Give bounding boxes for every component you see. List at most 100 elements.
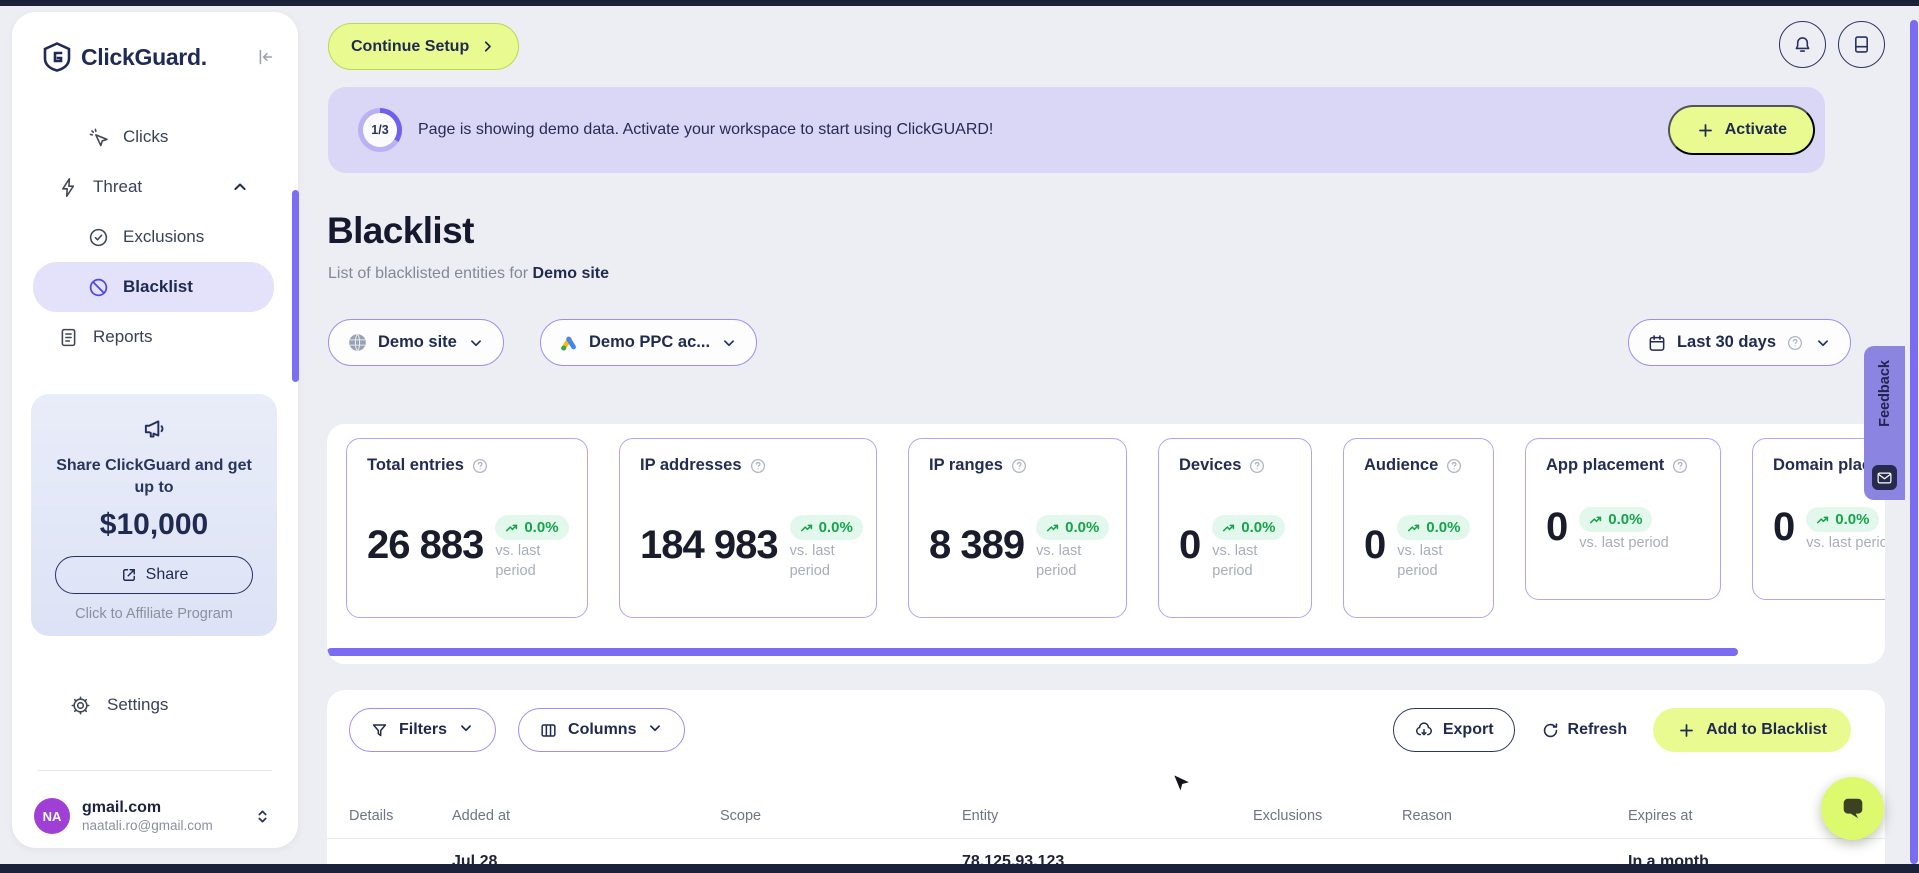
sidebar-scrollbar[interactable] bbox=[292, 190, 299, 382]
sidebar-item-clicks[interactable]: Clicks bbox=[12, 112, 298, 162]
refresh-icon bbox=[1541, 721, 1560, 740]
chat-widget-button[interactable] bbox=[1821, 777, 1884, 840]
cards-horizontal-scrollbar[interactable] bbox=[327, 648, 1738, 656]
trend-value: 0.0% bbox=[1426, 519, 1461, 536]
external-link-icon bbox=[120, 566, 138, 584]
page-subtitle: List of blacklisted entities for Demo si… bbox=[328, 265, 609, 283]
vs-last-period-label: vs. last period bbox=[495, 543, 541, 579]
lightning-icon bbox=[57, 177, 79, 198]
stat-label: Audience bbox=[1364, 456, 1439, 474]
calendar-icon bbox=[1647, 333, 1667, 353]
settings-label: Settings bbox=[107, 695, 169, 714]
table-row[interactable]: Jul 28 78.125.93.123 In a month bbox=[349, 853, 1875, 864]
help-icon[interactable] bbox=[1010, 457, 1028, 475]
help-icon[interactable] bbox=[1786, 334, 1804, 352]
page-vertical-scrollbar[interactable] bbox=[1910, 20, 1918, 864]
stat-label: App placement bbox=[1546, 456, 1665, 474]
column-header-details[interactable]: Details bbox=[349, 808, 452, 824]
chevron-up-icon[interactable] bbox=[230, 177, 250, 197]
notifications-button[interactable] bbox=[1779, 21, 1826, 68]
stat-label: Total entries bbox=[367, 456, 464, 474]
trend-up-icon bbox=[1223, 524, 1235, 531]
workspace-name: gmail.com bbox=[82, 798, 162, 816]
continue-setup-button[interactable]: Continue Setup bbox=[328, 23, 520, 70]
trend-badge: 0.0% bbox=[789, 515, 863, 540]
sidebar-item-settings[interactable]: Settings bbox=[12, 680, 298, 730]
trend-badge: 0.0% bbox=[1212, 515, 1286, 540]
stat-label: IP addresses bbox=[640, 456, 742, 474]
site-selector-value: Demo site bbox=[378, 333, 457, 351]
cell-entity: 78.125.93.123 bbox=[962, 853, 1065, 864]
chevron-down-icon bbox=[720, 334, 738, 352]
sidebar-collapse-icon[interactable] bbox=[254, 46, 276, 68]
column-header-scope[interactable]: Scope bbox=[720, 808, 962, 824]
trend-up-icon bbox=[1817, 516, 1829, 523]
chevron-updown-icon bbox=[253, 807, 272, 826]
subtitle-text: List of blacklisted entities for bbox=[328, 265, 533, 282]
columns-dropdown[interactable]: Columns bbox=[518, 708, 686, 752]
sidebar-item-threat[interactable]: Threat bbox=[12, 162, 298, 212]
column-header-expires-at[interactable]: Expires at bbox=[1628, 808, 1828, 824]
activate-button[interactable]: Activate bbox=[1667, 105, 1815, 155]
column-header-added-at[interactable]: Added at bbox=[452, 808, 720, 824]
feedback-tab[interactable]: Feedback bbox=[1864, 346, 1905, 500]
affiliate-caption[interactable]: Click to Affiliate Program bbox=[47, 606, 261, 622]
help-icon[interactable] bbox=[1248, 457, 1266, 475]
stat-card-app-placement: App placement 0 0.0% vs. last period bbox=[1525, 438, 1721, 600]
ppc-account-selector[interactable]: Demo PPC ac... bbox=[540, 319, 758, 366]
stat-value: 0 bbox=[1179, 522, 1201, 567]
trend-up-icon bbox=[1047, 524, 1059, 531]
share-card-amount: $10,000 bbox=[99, 508, 209, 542]
chevron-down-icon bbox=[467, 334, 485, 352]
column-header-entity[interactable]: Entity bbox=[962, 808, 1253, 824]
sidebar-item-blacklist[interactable]: Blacklist bbox=[33, 262, 274, 312]
stat-label: Devices bbox=[1179, 456, 1242, 474]
document-icon bbox=[57, 327, 79, 348]
sidebar-item-label: Clicks bbox=[123, 127, 169, 146]
share-button-label: Share bbox=[145, 566, 189, 584]
stats-panel: Total entries 26 883 0.0% vs. last perio… bbox=[327, 424, 1885, 664]
vs-last-period-label: vs. last period bbox=[1397, 543, 1443, 579]
stat-card-devices: Devices 0 0.0% vs. last period bbox=[1158, 438, 1312, 618]
chevron-right-icon bbox=[479, 38, 496, 55]
avatar: NA bbox=[34, 798, 70, 834]
badge-check-icon bbox=[87, 227, 109, 248]
share-button[interactable]: Share bbox=[55, 556, 253, 595]
refresh-button[interactable]: Refresh bbox=[1541, 721, 1628, 740]
envelope-icon bbox=[1872, 465, 1897, 490]
bell-icon bbox=[1792, 34, 1813, 55]
export-button[interactable]: Export bbox=[1392, 708, 1515, 752]
stat-value: 26 883 bbox=[367, 522, 484, 567]
add-to-blacklist-button[interactable]: Add to Blacklist bbox=[1653, 708, 1851, 752]
demo-data-banner: 1/3 Page is showing demo data. Activate … bbox=[328, 87, 1825, 173]
help-icon[interactable] bbox=[749, 457, 767, 475]
table-header-divider bbox=[327, 838, 1885, 839]
sidebar-item-exclusions[interactable]: Exclusions bbox=[12, 212, 298, 262]
ppc-selector-value: Demo PPC ac... bbox=[589, 333, 711, 351]
date-range-value: Last 30 days bbox=[1676, 333, 1776, 351]
export-label: Export bbox=[1442, 721, 1494, 738]
help-icon[interactable] bbox=[471, 457, 489, 475]
vs-last-period-label: vs. last period bbox=[1212, 543, 1258, 579]
trend-value: 0.0% bbox=[818, 519, 853, 536]
stats-cards-row: Total entries 26 883 0.0% vs. last perio… bbox=[346, 438, 1885, 618]
column-header-exclusions[interactable]: Exclusions bbox=[1253, 808, 1402, 824]
columns-label: Columns bbox=[568, 721, 637, 738]
trend-badge: 0.0% bbox=[1397, 515, 1471, 540]
progress-fraction: 1/3 bbox=[363, 113, 397, 147]
site-selector[interactable]: Demo site bbox=[328, 319, 504, 366]
docs-button[interactable] bbox=[1838, 21, 1885, 68]
help-icon[interactable] bbox=[1671, 457, 1689, 475]
sidebar-item-reports[interactable]: Reports bbox=[12, 312, 298, 362]
help-icon[interactable] bbox=[1445, 457, 1463, 475]
account-switcher[interactable]: NA gmail.com naatali.ro@gmail.com bbox=[12, 788, 298, 844]
book-icon bbox=[1851, 34, 1872, 55]
add-to-blacklist-label: Add to Blacklist bbox=[1706, 721, 1827, 738]
filters-dropdown[interactable]: Filters bbox=[349, 708, 497, 752]
chevron-down-icon bbox=[646, 719, 664, 742]
trend-value: 0.0% bbox=[1065, 519, 1100, 536]
chat-bubble-icon bbox=[1838, 796, 1868, 822]
column-header-reason[interactable]: Reason bbox=[1402, 808, 1628, 824]
date-range-selector[interactable]: Last 30 days bbox=[1627, 319, 1851, 366]
refresh-label: Refresh bbox=[1567, 721, 1628, 738]
